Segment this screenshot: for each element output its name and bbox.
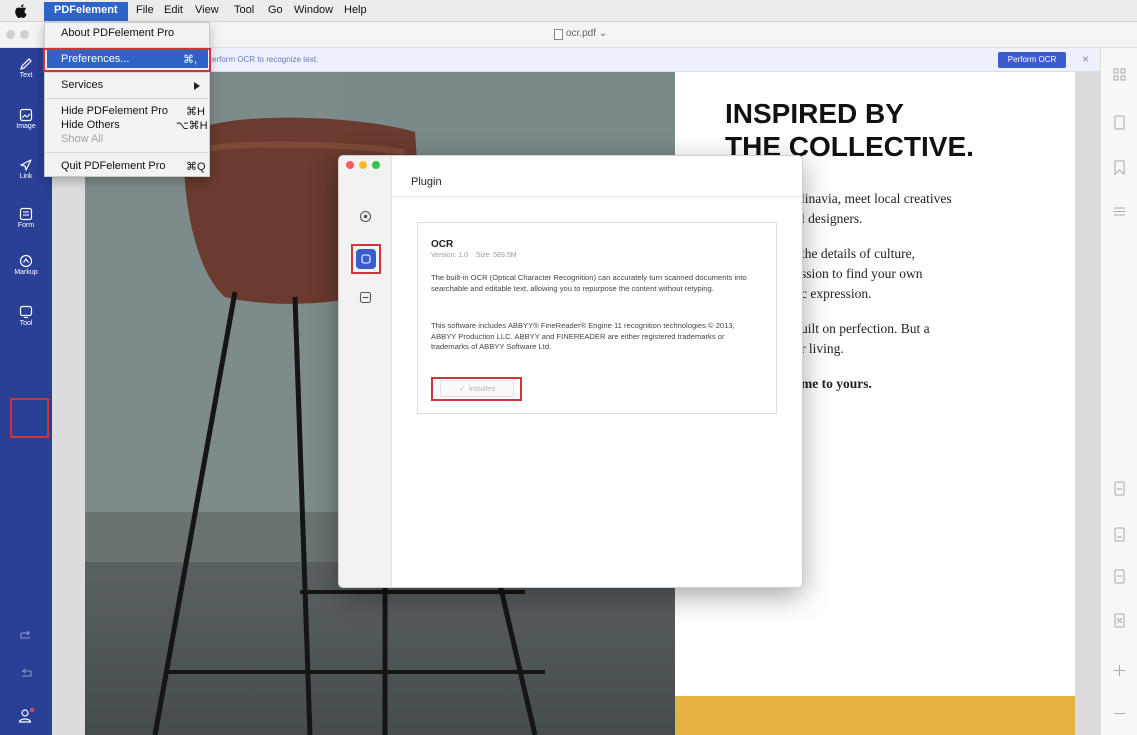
user-account-icon[interactable]: [17, 707, 35, 725]
menu-item-about[interactable]: About PDFelement Pro: [61, 27, 174, 39]
plugin-description: The built-in OCR (Optical Character Reco…: [431, 273, 747, 293]
menu-view[interactable]: View: [195, 4, 219, 16]
apple-icon[interactable]: [15, 4, 27, 18]
dialog-minimize-button[interactable]: [359, 161, 367, 169]
minimize-window-button[interactable]: [20, 30, 29, 39]
menu-window[interactable]: Window: [294, 4, 333, 16]
preferences-dialog: Plugin OCR Version: 1.0 Size: 589.5M The…: [338, 155, 803, 588]
hide-shortcut: ⌘H: [186, 106, 205, 118]
storage-icon[interactable]: [359, 291, 372, 304]
plugin-meta: Version: 1.0 Size: 589.5M: [431, 252, 517, 259]
menu-edit[interactable]: Edit: [164, 4, 183, 16]
menu-go[interactable]: Go: [268, 4, 283, 16]
app-menu-dropdown: About PDFelement Pro Preferences... ⌘, S…: [44, 22, 210, 177]
tool-tool[interactable]: Tool: [0, 305, 52, 327]
tool-icon: [19, 305, 33, 319]
menu-item-hide-others[interactable]: Hide Others: [61, 119, 120, 131]
document-body: linavia, meet local creatives l designer…: [801, 189, 952, 394]
zoom-in-icon[interactable]: [1111, 662, 1128, 679]
annotation-highlight-plugin-tab: [351, 244, 381, 274]
annotation-highlight-preferences: [43, 48, 211, 72]
tool-form[interactable]: Form: [0, 207, 52, 229]
para1-line2: l designers.: [801, 211, 863, 226]
menu-separator: [46, 72, 208, 73]
menu-tool[interactable]: Tool: [234, 4, 254, 16]
dialog-close-button[interactable]: [346, 161, 354, 169]
tool-markup[interactable]: Markup: [0, 254, 52, 276]
tool-form-label: Form: [17, 222, 35, 229]
markup-icon: [19, 254, 33, 268]
link-icon: [20, 159, 32, 171]
menu-item-quit[interactable]: Quit PDFelement Pro: [61, 160, 166, 172]
document-headline: INSPIRED BY THE COLLECTIVE.: [725, 97, 974, 163]
close-window-button[interactable]: [6, 30, 15, 39]
page-icon[interactable]: [1111, 480, 1128, 497]
menu-bar: PDFelement File Edit View Tool Go Window…: [0, 0, 1137, 22]
list-icon[interactable]: [1111, 203, 1128, 220]
quit-shortcut: ⌘Q: [186, 161, 206, 173]
zoom-out-icon[interactable]: [1111, 705, 1128, 722]
menu-file[interactable]: File: [136, 4, 154, 16]
para3-line2: r living.: [801, 341, 844, 356]
page-fit-icon[interactable]: [1111, 526, 1128, 543]
grid-view-icon[interactable]: [1111, 66, 1128, 83]
right-toolbar: [1100, 48, 1137, 735]
dialog-zoom-button[interactable]: [372, 161, 380, 169]
para4: me to yours.: [801, 376, 872, 391]
perform-ocr-button[interactable]: Perform OCR: [998, 52, 1066, 68]
plugin-license: This software includes ABBYY® FineReader…: [431, 321, 735, 351]
para3-line1: uilt on perfection. But a: [801, 321, 930, 336]
ocr-plugin-card: OCR Version: 1.0 Size: 589.5M The built-…: [417, 222, 777, 414]
para2-line2: ssion to find your own: [801, 266, 923, 281]
menu-item-show-all: Show All: [61, 133, 104, 145]
menu-pdfelement[interactable]: PDFelement: [54, 4, 118, 16]
image-icon: [19, 108, 33, 122]
dialog-divider: [392, 196, 802, 197]
general-settings-icon[interactable]: [359, 210, 372, 223]
annotation-highlight-toolbar: [10, 398, 49, 438]
menu-item-hide[interactable]: Hide PDFelement Pro: [61, 105, 168, 117]
dialog-title: Plugin: [411, 176, 442, 188]
menu-item-services[interactable]: Services: [61, 79, 103, 91]
yellow-footer-band: [675, 696, 1075, 735]
para2-line1: the details of culture,: [801, 246, 915, 261]
undo-icon[interactable]: [19, 668, 33, 678]
plugin-name: OCR: [431, 239, 454, 250]
pdf-file-icon: [554, 29, 563, 40]
para2-line3: c expression.: [801, 286, 872, 301]
dialog-sidebar: [339, 156, 392, 587]
ocr-info-message: erform OCR to recognize text.: [212, 55, 319, 64]
para1-line1: linavia, meet local creatives: [801, 191, 952, 206]
submenu-arrow-icon: [194, 82, 200, 90]
form-icon: [19, 207, 33, 221]
tool-tool-label: Tool: [19, 320, 33, 327]
headline-line-1: INSPIRED BY: [725, 98, 904, 129]
hide-others-shortcut: ⌥⌘H: [176, 120, 208, 132]
menu-help[interactable]: Help: [344, 4, 367, 16]
annotation-highlight-installed: [431, 377, 522, 401]
redo-icon[interactable]: [19, 630, 33, 640]
two-page-icon[interactable]: [1111, 612, 1128, 629]
menu-separator: [46, 152, 208, 153]
pencil-icon: [20, 58, 32, 70]
document-title[interactable]: ocr.pdf ⌄: [566, 28, 607, 39]
menu-separator: [46, 98, 208, 99]
page-width-icon[interactable]: [1111, 568, 1128, 585]
thumbnail-icon[interactable]: [1111, 114, 1128, 131]
close-ocr-bar-button[interactable]: ×: [1082, 52, 1089, 66]
tool-markup-label: Markup: [14, 269, 38, 276]
bookmark-icon[interactable]: [1111, 159, 1128, 176]
